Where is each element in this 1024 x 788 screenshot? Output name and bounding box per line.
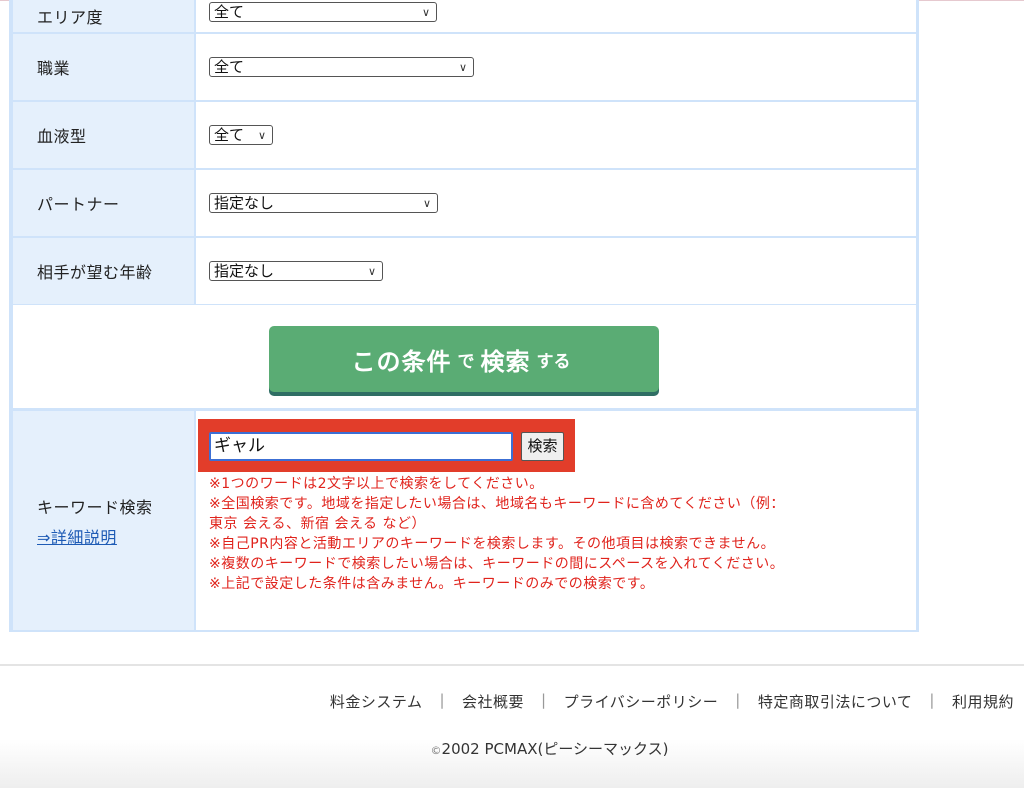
- desired-age-select[interactable]: 指定なし ∨: [209, 261, 383, 281]
- footer-link-terms[interactable]: 利用規約: [952, 691, 1014, 712]
- chevron-down-icon: ∨: [367, 265, 376, 278]
- form-row-value: 指定なし ∨: [196, 238, 916, 304]
- occupation-select[interactable]: 全て ∨: [209, 57, 474, 77]
- form-row-label: 職業: [13, 34, 194, 100]
- chevron-down-icon: ∨: [422, 197, 431, 210]
- note-line: ※全国検索です。地域を指定したい場合は、地域名もキーワードに含めてください（例：: [209, 496, 785, 512]
- note-line: 東京 会える、新宿 会える など）: [209, 516, 427, 532]
- footer-link-company[interactable]: 会社概要: [462, 691, 524, 712]
- note-line: ※自己PR内容と活動エリアのキーワードを検索します。その他項目は検索できません。: [209, 536, 776, 552]
- note-line: ※1つのワードは2文字以上で検索をしてください。: [209, 476, 544, 492]
- footer-separator: |: [439, 691, 446, 709]
- form-row-label: 相手が望む年齢: [13, 238, 194, 304]
- details-link[interactable]: ⇒詳細説明: [37, 524, 117, 548]
- form-row-label: エリア度: [13, 0, 194, 32]
- form-row-label: 血液型: [13, 102, 194, 168]
- footer-link-pricing[interactable]: 料金システム: [330, 691, 423, 712]
- footer-separator: |: [929, 691, 935, 709]
- form-row-area: エリア度 全て ∨: [13, 0, 916, 32]
- keyword-search-label: キーワード検索: [37, 497, 153, 517]
- chevron-down-icon: ∨: [421, 6, 430, 19]
- note-line: ※上記で設定した条件は含みません。キーワードのみでの検索です。: [209, 576, 655, 592]
- footer-link-commerce-law[interactable]: 特定商取引法について: [758, 691, 913, 712]
- partner-select[interactable]: 指定なし ∨: [209, 193, 438, 213]
- submit-row: この条件 で 検索 する: [13, 305, 916, 408]
- chevron-down-icon: ∨: [257, 129, 266, 142]
- form-row-value: 全て ∨: [196, 0, 916, 32]
- keyword-search-button[interactable]: 検索: [521, 432, 564, 461]
- keyword-label-cell: キーワード検索 ⇒詳細説明: [13, 411, 194, 630]
- form-row-blood-type: 血液型 全て ∨: [13, 102, 916, 168]
- form-row-partner: パートナー 指定なし ∨: [13, 170, 916, 236]
- search-with-conditions-button[interactable]: この条件 で 検索 する: [269, 326, 659, 392]
- form-row-desired-age: 相手が望む年齢 指定なし ∨: [13, 238, 916, 304]
- copyright-text: 2002 PCMAX(ピーシーマックス): [441, 740, 669, 758]
- chevron-down-icon: ∨: [458, 61, 467, 74]
- footer-separator: |: [541, 691, 547, 709]
- blood-type-select[interactable]: 全て ∨: [209, 125, 273, 145]
- form-row-value: 全て ∨: [196, 102, 916, 168]
- copyright: ©2002 PCMAX(ピーシーマックス): [0, 738, 1024, 759]
- note-line: ※複数のキーワードで検索したい場合は、キーワードの間にスペースを入れてください。: [209, 556, 785, 572]
- keyword-input[interactable]: ギャル: [209, 432, 513, 461]
- footer: [0, 666, 1024, 788]
- form-row-label: パートナー: [13, 170, 194, 236]
- area-select[interactable]: 全て ∨: [209, 2, 437, 22]
- form-row-occupation: 職業 全て ∨: [13, 34, 916, 100]
- form-row-value: 全て ∨: [196, 34, 916, 100]
- footer-link-privacy[interactable]: プライバシーポリシー: [564, 691, 719, 712]
- copyright-mark: ©: [430, 744, 442, 757]
- keyword-notes: ※1つのワードは2文字以上で検索をしてください。 ※全国検索です。地域を指定した…: [209, 474, 899, 594]
- footer-separator: |: [735, 691, 741, 709]
- form-row-value: 指定なし ∨: [196, 170, 916, 236]
- footer-links: 料金システム | 会社概要 | プライバシーポリシー | 特定商取引法について …: [330, 691, 1014, 712]
